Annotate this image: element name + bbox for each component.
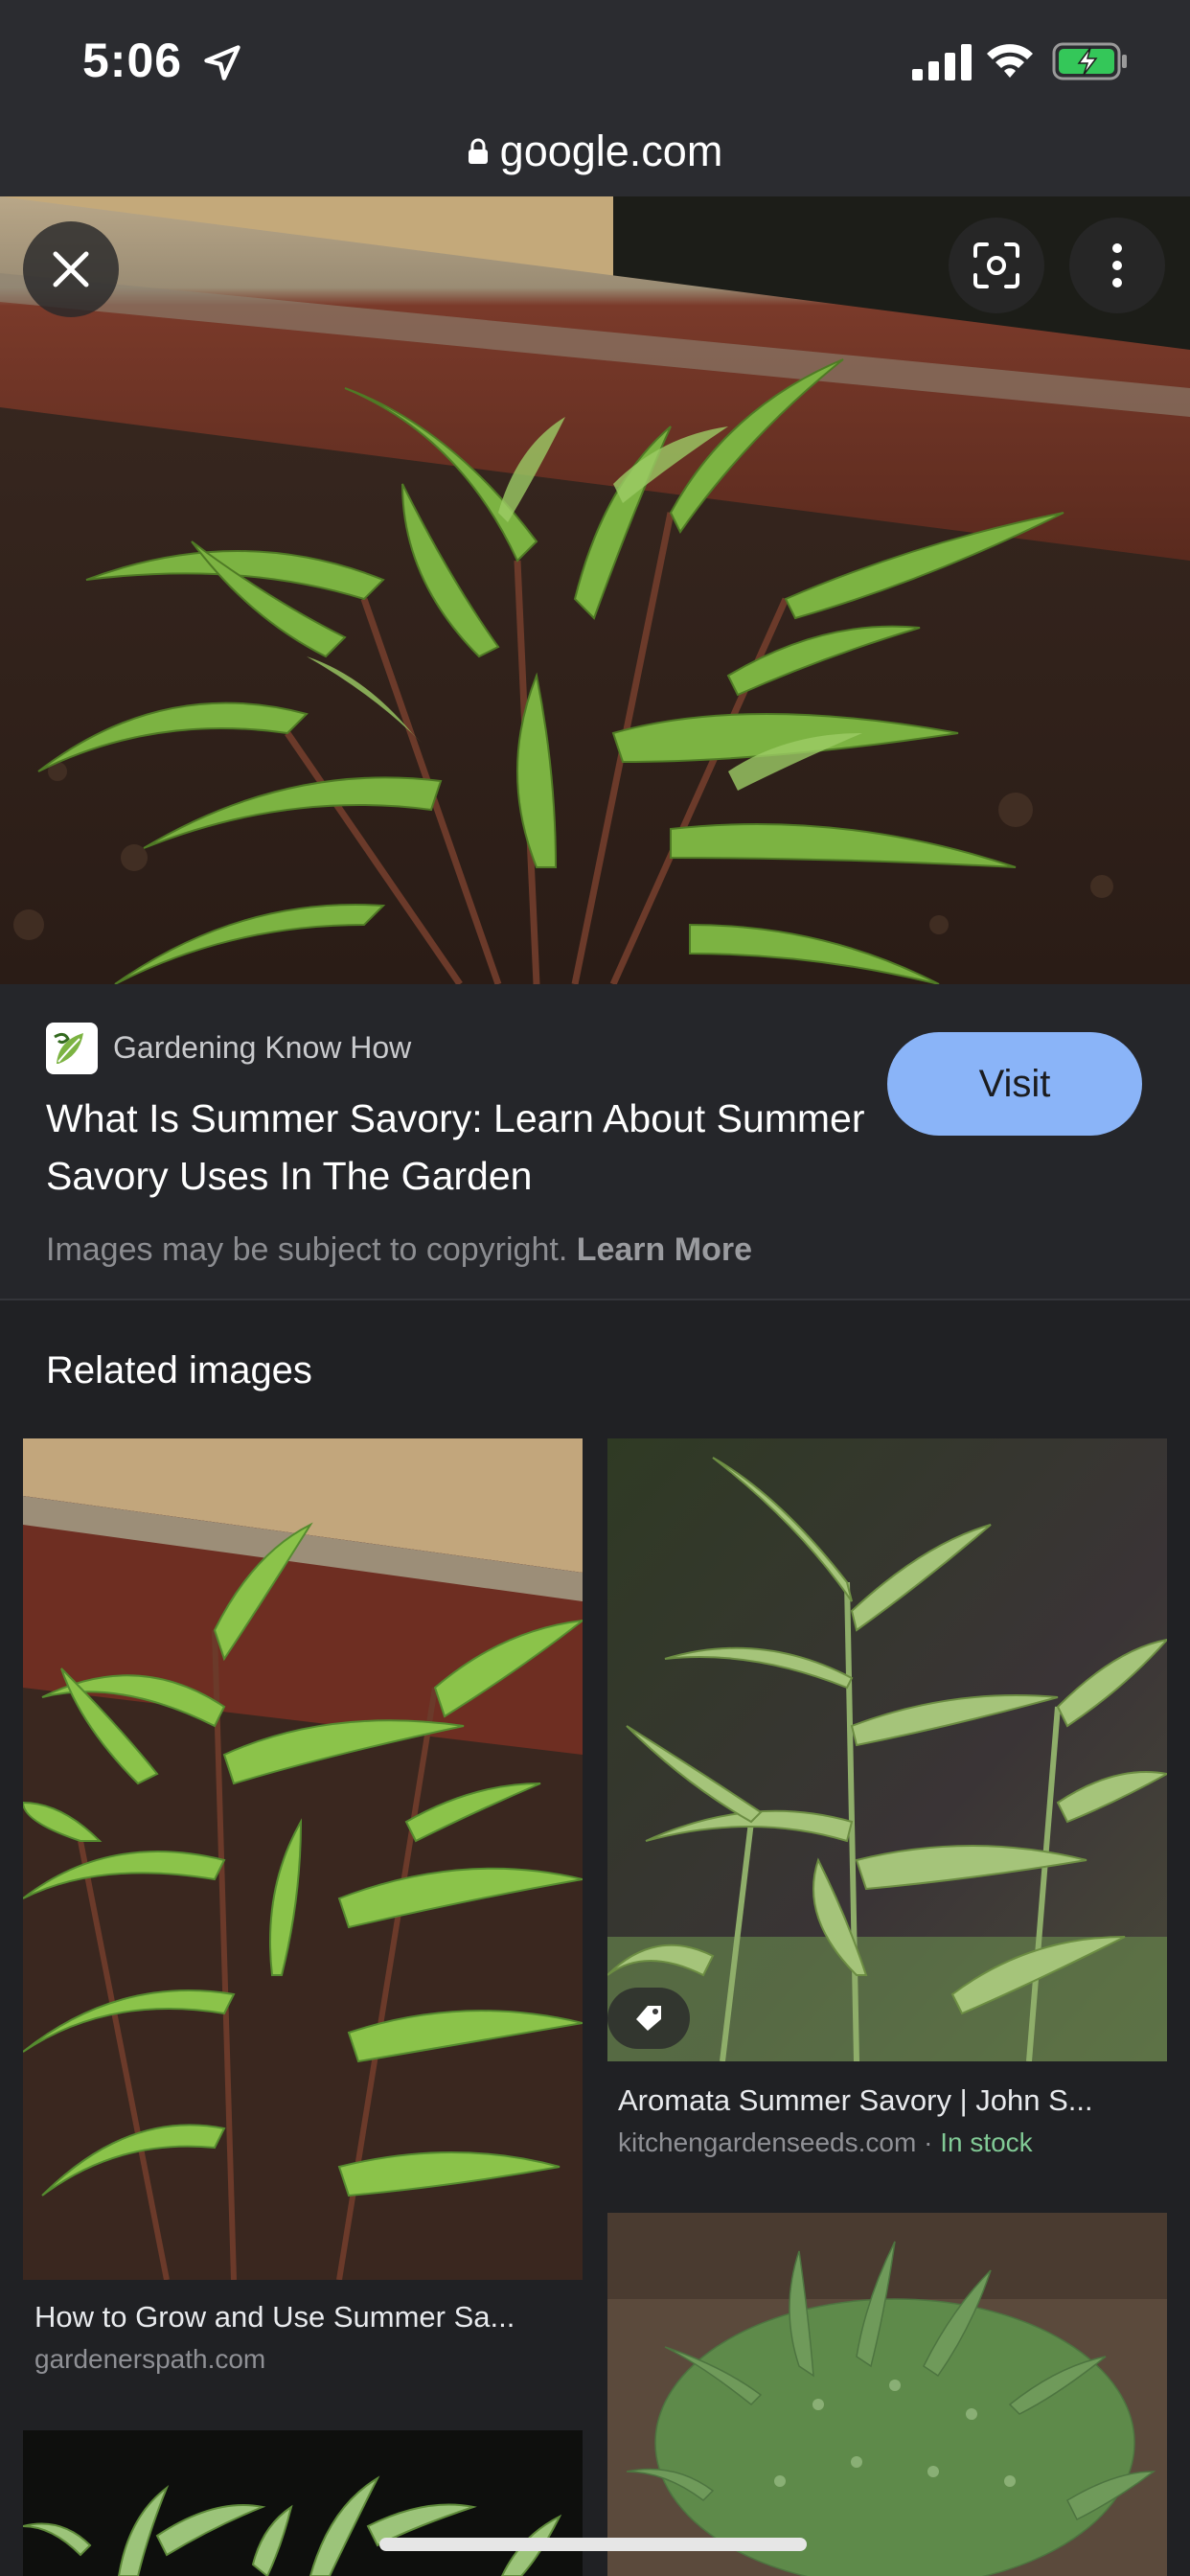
address-bar[interactable]: google.com: [0, 123, 1190, 180]
lock-icon: [468, 138, 488, 164]
learn-more-link[interactable]: Learn More: [577, 1231, 752, 1268]
browser-chrome: 5:06 google.com: [0, 0, 1190, 196]
leaf-logo-icon: [54, 1032, 83, 1064]
plant-photo: [23, 2430, 583, 2576]
related-image-3[interactable]: [23, 2430, 583, 2576]
plant-photo: [607, 2213, 1167, 2576]
related-image-2-domain: kitchengardenseeds.com · In stock: [618, 2128, 1033, 2158]
related-images-heading: Related images: [46, 1349, 312, 1392]
site-name[interactable]: Gardening Know How: [113, 1030, 411, 1066]
signal-icon: [912, 44, 972, 80]
separator-dot: ·: [924, 2128, 933, 2157]
location-arrow-icon: [204, 45, 240, 80]
status-time: 5:06: [82, 34, 183, 87]
preview-image[interactable]: [0, 196, 1190, 984]
related-image-2-site: kitchengardenseeds.com: [618, 2128, 917, 2157]
status-bar: 5:06: [0, 0, 1190, 129]
lens-icon: [973, 242, 1019, 288]
shopping-badge: [607, 1988, 690, 2049]
close-button[interactable]: [23, 221, 119, 317]
battery-charging-icon: [1052, 42, 1127, 80]
related-image-1-domain: gardenerspath.com: [34, 2344, 266, 2374]
article-title[interactable]: What Is Summer Savory: Learn About Summe…: [46, 1090, 870, 1205]
related-image-4[interactable]: [607, 2213, 1167, 2576]
source-info-panel: Gardening Know How What Is Summer Savory…: [0, 984, 1190, 1300]
copyright-notice: Images may be subject to copyright. Lear…: [46, 1231, 752, 1269]
copyright-text: Images may be subject to copyright.: [46, 1231, 568, 1268]
related-image-2-title[interactable]: Aromata Summer Savory | John S...: [618, 2083, 1155, 2118]
related-image-1[interactable]: [23, 1438, 583, 2280]
home-indicator[interactable]: [379, 2538, 807, 2551]
wifi-icon: [987, 44, 1033, 78]
more-options-button[interactable]: [1069, 218, 1165, 313]
in-stock-label: In stock: [940, 2128, 1033, 2157]
related-image-2[interactable]: [607, 1438, 1167, 2061]
plant-photo: [607, 1438, 1167, 2061]
lens-button[interactable]: [949, 218, 1044, 313]
price-tag-icon: [636, 2006, 661, 2031]
close-icon: [53, 251, 89, 288]
visit-button[interactable]: Visit: [887, 1032, 1142, 1136]
plant-photo: [0, 196, 1190, 984]
plant-photo: [23, 1438, 583, 2280]
related-image-1-title[interactable]: How to Grow and Use Summer Sa...: [34, 2300, 571, 2334]
url-text: google.com: [499, 126, 723, 175]
more-vertical-icon: [1112, 243, 1122, 288]
site-favicon: [46, 1023, 98, 1074]
